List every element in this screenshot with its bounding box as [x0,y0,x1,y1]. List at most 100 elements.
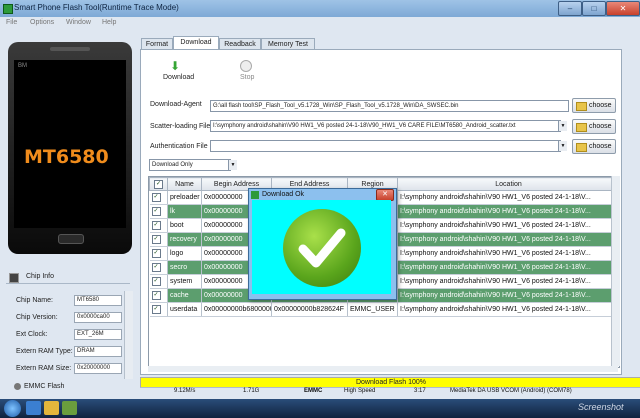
table-vertical-scrollbar[interactable] [611,176,620,366]
ram-size-label: Extern RAM Size: [16,365,72,372]
cell-name: boot [167,218,202,233]
cell-region: EMMC_USER [347,302,398,317]
cell-end-address: 0x00000000b828624F [271,302,348,317]
scatter-dropdown-arrow-icon[interactable]: ▼ [558,121,567,131]
stop-icon[interactable] [240,60,252,72]
download-agent-label: Download-Agent [150,101,202,108]
col-location: Location [397,177,619,191]
chip-info-header[interactable]: Chip Info [6,271,130,284]
cell-name: preloader [167,190,202,205]
dialog-app-icon [251,191,259,199]
download-icon[interactable]: ⬇ [170,59,180,73]
mode-dropdown-arrow-icon[interactable]: ▼ [228,160,237,170]
cell-location: I:\symphony android\shahin\V90 HW1_V6 po… [397,302,619,317]
mode-select[interactable]: Download Only [149,159,231,171]
status-port: MediaTek DA USB VCOM (Android) (COM78) [450,388,572,394]
ext-clock-value: EXT_26M [74,329,122,340]
menu-window[interactable]: Window [66,19,91,26]
row-checkbox[interactable]: ✓ [149,288,168,303]
status-time: 3:17 [414,388,426,394]
row-checkbox[interactable]: ✓ [149,302,168,317]
start-button[interactable] [4,400,21,417]
cell-name: lk [167,204,202,219]
phone-speaker [50,47,90,51]
row-checkbox[interactable]: ✓ [149,218,168,233]
cell-name: recovery [167,232,202,247]
auth-choose-button[interactable]: choose [572,139,616,154]
status-speed: 9.12M/s [174,388,196,394]
status-mode: High Speed [344,388,376,394]
status-size: 1.71G [243,388,260,394]
choose-label: choose [589,102,612,109]
minimize-button[interactable]: – [558,1,582,16]
status-storage: EMMC [304,388,323,394]
chip-icon [9,273,19,283]
ram-type-value: DRAM [74,346,122,357]
choose-label: choose [589,143,612,150]
phone-home-button [58,234,84,244]
row-checkbox[interactable]: ✓ [149,232,168,247]
menu-help[interactable]: Help [102,19,116,26]
maximize-button[interactable]: □ [582,1,606,16]
cell-location: I:\symphony android\shahin\V90 HW1_V6 po… [397,218,619,233]
chip-version-label: Chip Version: [16,314,58,321]
cell-location: I:\symphony android\shahin\V90 HW1_V6 po… [397,260,619,275]
auth-file-field[interactable] [210,140,561,152]
cell-name: secro [167,260,202,275]
table-row[interactable]: ✓ userdata 0x00000000b6800000 0x00000000b82… [149,302,619,317]
table-horizontal-scrollbar[interactable] [148,366,618,372]
title-bar: Smart Phone Flash Tool(Runtime Trace Mod… [0,0,640,18]
auth-dropdown-arrow-icon[interactable]: ▼ [558,141,567,151]
taskbar-ie-icon[interactable] [26,401,41,415]
taskbar [0,399,640,418]
col-name: Name [167,177,202,191]
folder-icon [576,102,587,111]
download-button[interactable]: Download [163,74,194,81]
cell-name: cache [167,288,202,303]
row-checkbox[interactable]: ✓ [149,204,168,219]
choose-label: choose [589,123,612,130]
tab-download[interactable]: Download [173,36,219,50]
cell-location: I:\symphony android\shahin\V90 HW1_V6 po… [397,190,619,205]
row-checkbox[interactable]: ✓ [149,260,168,275]
chip-info-title: Chip Info [26,273,55,280]
emmc-flash-label: EMMC Flash [24,383,65,390]
close-button[interactable]: ✕ [606,1,640,16]
dialog-title: Download Ok [262,191,305,198]
ram-size-value: 0x20000000 [74,363,122,374]
scatter-file-label: Scatter-loading File [150,123,211,130]
phone-screen [14,60,126,228]
chip-name-label: Chip Name: [16,297,53,304]
chip-info-scrollbar[interactable] [124,291,133,379]
app-icon [3,4,13,14]
row-checkbox[interactable]: ✓ [149,274,168,289]
menu-options[interactable]: Options [30,19,54,26]
cell-name: system [167,274,202,289]
download-agent-field[interactable]: G:\all flash tool\SP_Flash_Tool_v5.1728_… [210,100,569,112]
screenshot-watermark: Screenshot [578,402,624,412]
window-title: Smart Phone Flash Tool(Runtime Trace Mod… [14,3,179,12]
success-check-icon [283,209,361,287]
emmc-icon [14,383,21,390]
cell-name: userdata [167,302,202,317]
row-checkbox[interactable]: ✓ [149,190,168,205]
row-checkbox[interactable]: ✓ [149,246,168,261]
phone-model: MT6580 [24,146,109,168]
phone-brand: BM [18,63,27,69]
taskbar-folder-icon[interactable] [44,401,59,415]
menu-file[interactable]: File [6,19,17,26]
taskbar-flash-tool-icon[interactable] [62,401,77,415]
scatter-file-field[interactable]: I:\symphony android\shahin\V90 HW1_V6 po… [210,120,561,132]
cell-location: I:\symphony android\shahin\V90 HW1_V6 po… [397,288,619,303]
cell-location: I:\symphony android\shahin\V90 HW1_V6 po… [397,246,619,261]
cell-location: I:\symphony android\shahin\V90 HW1_V6 po… [397,232,619,247]
folder-icon [576,123,587,132]
ram-type-label: Extern RAM Type: [16,348,73,355]
cell-location: I:\symphony android\shahin\V90 HW1_V6 po… [397,274,619,289]
scatter-choose-button[interactable]: choose [572,119,616,134]
select-all-checkbox[interactable]: ✓ [149,177,168,191]
stop-button[interactable]: Stop [240,74,254,81]
folder-icon [576,143,587,152]
download-agent-choose-button[interactable]: choose [572,98,616,113]
cell-name: logo [167,246,202,261]
